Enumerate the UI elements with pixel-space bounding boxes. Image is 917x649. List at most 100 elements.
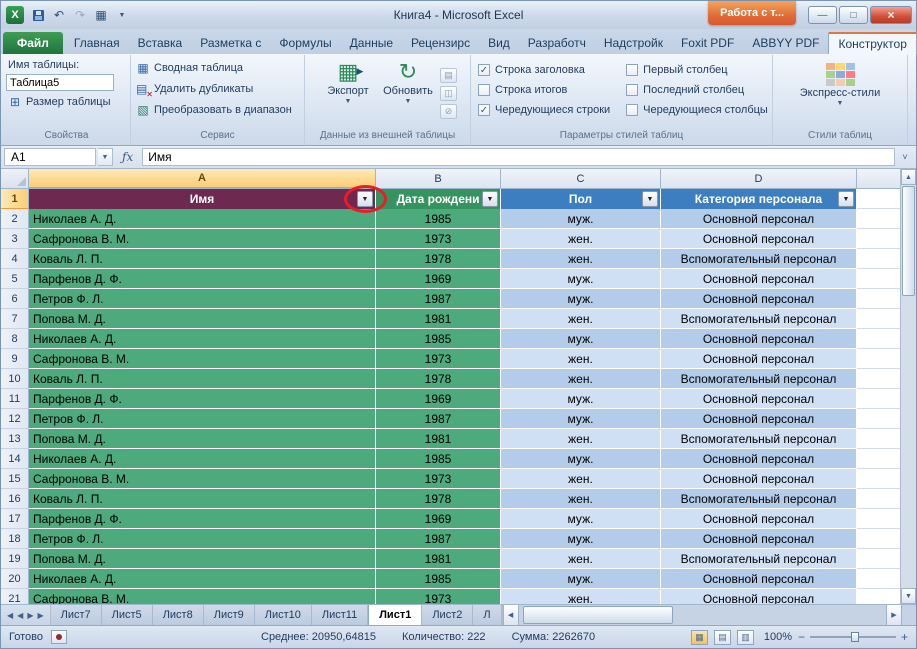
- cell-gender[interactable]: жен.: [501, 469, 661, 489]
- row-number[interactable]: 9: [1, 349, 29, 369]
- cell-birth-year[interactable]: 1969: [376, 269, 501, 289]
- cell-birth-year[interactable]: 1973: [376, 349, 501, 369]
- view-page-layout-button[interactable]: ▤: [714, 630, 731, 645]
- macro-record-button[interactable]: [51, 630, 67, 644]
- row-number[interactable]: 7: [1, 309, 29, 329]
- maximize-button[interactable]: □: [839, 6, 868, 24]
- row-number[interactable]: 20: [1, 569, 29, 589]
- ribbon-tab[interactable]: ABBYY PDF: [743, 32, 828, 54]
- sheet-tab[interactable]: Лист1: [368, 605, 422, 625]
- empty-cell[interactable]: [857, 189, 900, 209]
- cell-category[interactable]: Основной персонал: [661, 449, 857, 469]
- cell-name[interactable]: Сафронова В. М.: [29, 229, 376, 249]
- cell-name[interactable]: Николаев А. Д.: [29, 209, 376, 229]
- insert-function-button[interactable]: ƒx: [115, 150, 140, 164]
- zoom-in-icon[interactable]: +: [901, 630, 908, 644]
- cell-birth-year[interactable]: 1969: [376, 509, 501, 529]
- sheet-tab[interactable]: Лист5: [102, 605, 153, 625]
- header-cell-birthdate[interactable]: Дата рождени ▼: [376, 189, 501, 209]
- row-number[interactable]: 21: [1, 589, 29, 604]
- name-box[interactable]: A1: [4, 148, 96, 166]
- minimize-button[interactable]: —: [808, 6, 837, 24]
- scroll-down-button[interactable]: ▼: [901, 588, 916, 604]
- row-number[interactable]: 6: [1, 289, 29, 309]
- cell-birth-year[interactable]: 1973: [376, 469, 501, 489]
- cell-category[interactable]: Основной персонал: [661, 209, 857, 229]
- empty-cell[interactable]: [857, 269, 900, 289]
- empty-cell[interactable]: [857, 409, 900, 429]
- scroll-right-button[interactable]: ▶: [886, 605, 902, 625]
- first-sheet-icon[interactable]: ◀: [7, 611, 13, 620]
- open-in-browser-button[interactable]: ◫: [440, 86, 457, 101]
- sheet-tab[interactable]: Л: [473, 605, 501, 625]
- cell-category[interactable]: Основной персонал: [661, 509, 857, 529]
- header-cell-name[interactable]: Имя ▼: [29, 189, 376, 209]
- ribbon-tab[interactable]: Конструктор: [828, 32, 916, 54]
- cell-category[interactable]: Основной персонал: [661, 289, 857, 309]
- cell-birth-year[interactable]: 1985: [376, 449, 501, 469]
- vertical-scrollbar[interactable]: ▲ ▼: [900, 169, 916, 604]
- cell-category[interactable]: Основной персонал: [661, 569, 857, 589]
- cell-gender[interactable]: жен.: [501, 589, 661, 604]
- column-header-a[interactable]: A: [29, 169, 376, 188]
- ribbon-tab[interactable]: Разработч: [519, 32, 595, 54]
- style-option-checkbox[interactable]: Строка итогов: [478, 82, 610, 98]
- empty-cell[interactable]: [857, 549, 900, 569]
- cell-gender[interactable]: жен.: [501, 349, 661, 369]
- cell-birth-year[interactable]: 1987: [376, 289, 501, 309]
- cell-gender[interactable]: муж.: [501, 289, 661, 309]
- cell-gender[interactable]: муж.: [501, 509, 661, 529]
- export-button[interactable]: ▦▶ Экспорт ▼: [318, 57, 378, 130]
- ribbon-tab[interactable]: Рецензирс: [402, 32, 479, 54]
- cell-category[interactable]: Основной персонал: [661, 389, 857, 409]
- row-number[interactable]: 3: [1, 229, 29, 249]
- cell-birth-year[interactable]: 1981: [376, 309, 501, 329]
- empty-cell[interactable]: [857, 309, 900, 329]
- cell-birth-year[interactable]: 1973: [376, 589, 501, 604]
- view-normal-button[interactable]: ▦: [691, 630, 708, 645]
- empty-cell[interactable]: [857, 389, 900, 409]
- zoom-level[interactable]: 100%: [760, 631, 792, 643]
- empty-cell[interactable]: [857, 369, 900, 389]
- cell-gender[interactable]: муж.: [501, 329, 661, 349]
- cell-name[interactable]: Сафронова В. М.: [29, 349, 376, 369]
- cell-birth-year[interactable]: 1973: [376, 229, 501, 249]
- row-number[interactable]: 19: [1, 549, 29, 569]
- empty-cell[interactable]: [857, 489, 900, 509]
- style-option-checkbox[interactable]: Последний столбец: [626, 82, 768, 98]
- next-sheet-icon[interactable]: ▶: [27, 611, 33, 620]
- convert-to-range-button[interactable]: ▧ Преобразовать в диапазон: [134, 101, 301, 119]
- row-number[interactable]: 5: [1, 269, 29, 289]
- row-number[interactable]: 1: [1, 189, 29, 209]
- row-number[interactable]: 15: [1, 469, 29, 489]
- empty-cell[interactable]: [857, 209, 900, 229]
- undo-button[interactable]: ↶: [50, 6, 68, 24]
- close-button[interactable]: ×: [870, 6, 912, 24]
- cell-category[interactable]: Вспомогательный персонал: [661, 489, 857, 509]
- unlink-button[interactable]: ⊘: [440, 104, 457, 119]
- column-header-c[interactable]: C: [501, 169, 661, 188]
- sheet-tab[interactable]: Лист11: [312, 605, 368, 625]
- cell-birth-year[interactable]: 1978: [376, 489, 501, 509]
- empty-cell[interactable]: [857, 289, 900, 309]
- cell-gender[interactable]: муж.: [501, 209, 661, 229]
- empty-cell[interactable]: [857, 249, 900, 269]
- empty-cell[interactable]: [857, 349, 900, 369]
- empty-cell[interactable]: [857, 569, 900, 589]
- ribbon-tab[interactable]: Данные: [341, 32, 402, 54]
- cell-birth-year[interactable]: 1985: [376, 209, 501, 229]
- save-button[interactable]: [29, 6, 47, 24]
- header-cell-gender[interactable]: Пол ▼: [501, 189, 661, 209]
- empty-cell[interactable]: [857, 589, 900, 604]
- sheet-tab[interactable]: Лист2: [422, 605, 473, 625]
- cell-gender[interactable]: муж.: [501, 269, 661, 289]
- vertical-scroll-thumb[interactable]: [902, 186, 915, 296]
- style-option-checkbox[interactable]: Строка заголовка: [478, 62, 610, 78]
- zoom-slider-thumb[interactable]: [851, 632, 859, 642]
- ribbon-tab[interactable]: Надстройк: [595, 32, 672, 54]
- cell-name[interactable]: Коваль Л. П.: [29, 369, 376, 389]
- empty-cell[interactable]: [857, 329, 900, 349]
- cell-category[interactable]: Основной персонал: [661, 469, 857, 489]
- ribbon-tab[interactable]: Формулы: [270, 32, 340, 54]
- refresh-button[interactable]: ↻ Обновить ▼: [378, 57, 438, 130]
